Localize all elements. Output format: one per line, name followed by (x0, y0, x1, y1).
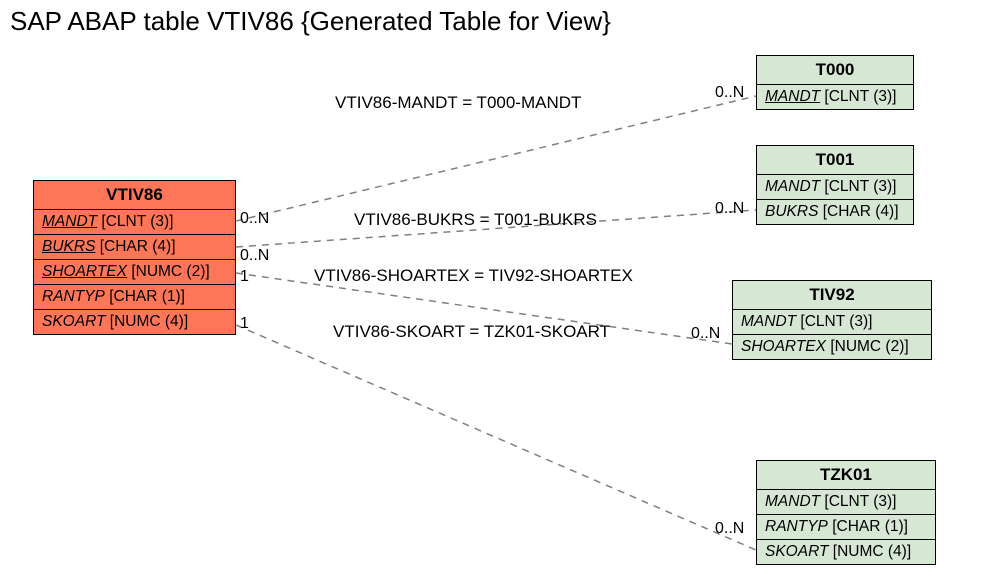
entity-row: SKOART [NUMC (4)] (757, 540, 935, 564)
entity-header: TZK01 (757, 461, 935, 490)
entity-row: RANTYP [CHAR (1)] (757, 515, 935, 540)
entity-t000: T000 MANDT [CLNT (3)] (756, 55, 914, 110)
relationship-label: VTIV86-MANDT = T000-MANDT (335, 93, 581, 113)
entity-header: VTIV86 (34, 181, 235, 210)
entity-vtiv86: VTIV86 MANDT [CLNT (3)] BUKRS [CHAR (4)]… (33, 180, 236, 335)
cardinality-label: 0..N (240, 210, 269, 228)
entity-row: BUKRS [CHAR (4)] (757, 200, 913, 224)
entity-row: MANDT [CLNT (3)] (733, 310, 931, 335)
entity-header: T000 (757, 56, 913, 85)
entity-row: SHOARTEX [NUMC (2)] (733, 335, 931, 359)
entity-tzk01: TZK01 MANDT [CLNT (3)] RANTYP [CHAR (1)]… (756, 460, 936, 565)
diagram-title: SAP ABAP table VTIV86 {Generated Table f… (10, 6, 611, 37)
relationship-label: VTIV86-SKOART = TZK01-SKOART (333, 322, 610, 342)
entity-row: MANDT [CLNT (3)] (757, 490, 935, 515)
cardinality-label: 0..N (715, 520, 744, 538)
entity-row: SHOARTEX [NUMC (2)] (34, 260, 235, 285)
cardinality-label: 0..N (715, 200, 744, 218)
cardinality-label: 1 (240, 315, 249, 333)
relationship-label: VTIV86-BUKRS = T001-BUKRS (354, 210, 597, 230)
entity-header: T001 (757, 146, 913, 175)
entity-row: BUKRS [CHAR (4)] (34, 235, 235, 260)
cardinality-label: 0..N (240, 247, 269, 265)
entity-row: RANTYP [CHAR (1)] (34, 285, 235, 310)
entity-row: MANDT [CLNT (3)] (34, 210, 235, 235)
entity-row: SKOART [NUMC (4)] (34, 310, 235, 334)
entity-tiv92: TIV92 MANDT [CLNT (3)] SHOARTEX [NUMC (2… (732, 280, 932, 360)
cardinality-label: 0..N (691, 325, 720, 343)
cardinality-label: 0..N (715, 84, 744, 102)
entity-t001: T001 MANDT [CLNT (3)] BUKRS [CHAR (4)] (756, 145, 914, 225)
relationship-label: VTIV86-SHOARTEX = TIV92-SHOARTEX (314, 266, 633, 286)
entity-header: TIV92 (733, 281, 931, 310)
entity-row: MANDT [CLNT (3)] (757, 175, 913, 200)
entity-row: MANDT [CLNT (3)] (757, 85, 913, 109)
cardinality-label: 1 (240, 268, 249, 286)
